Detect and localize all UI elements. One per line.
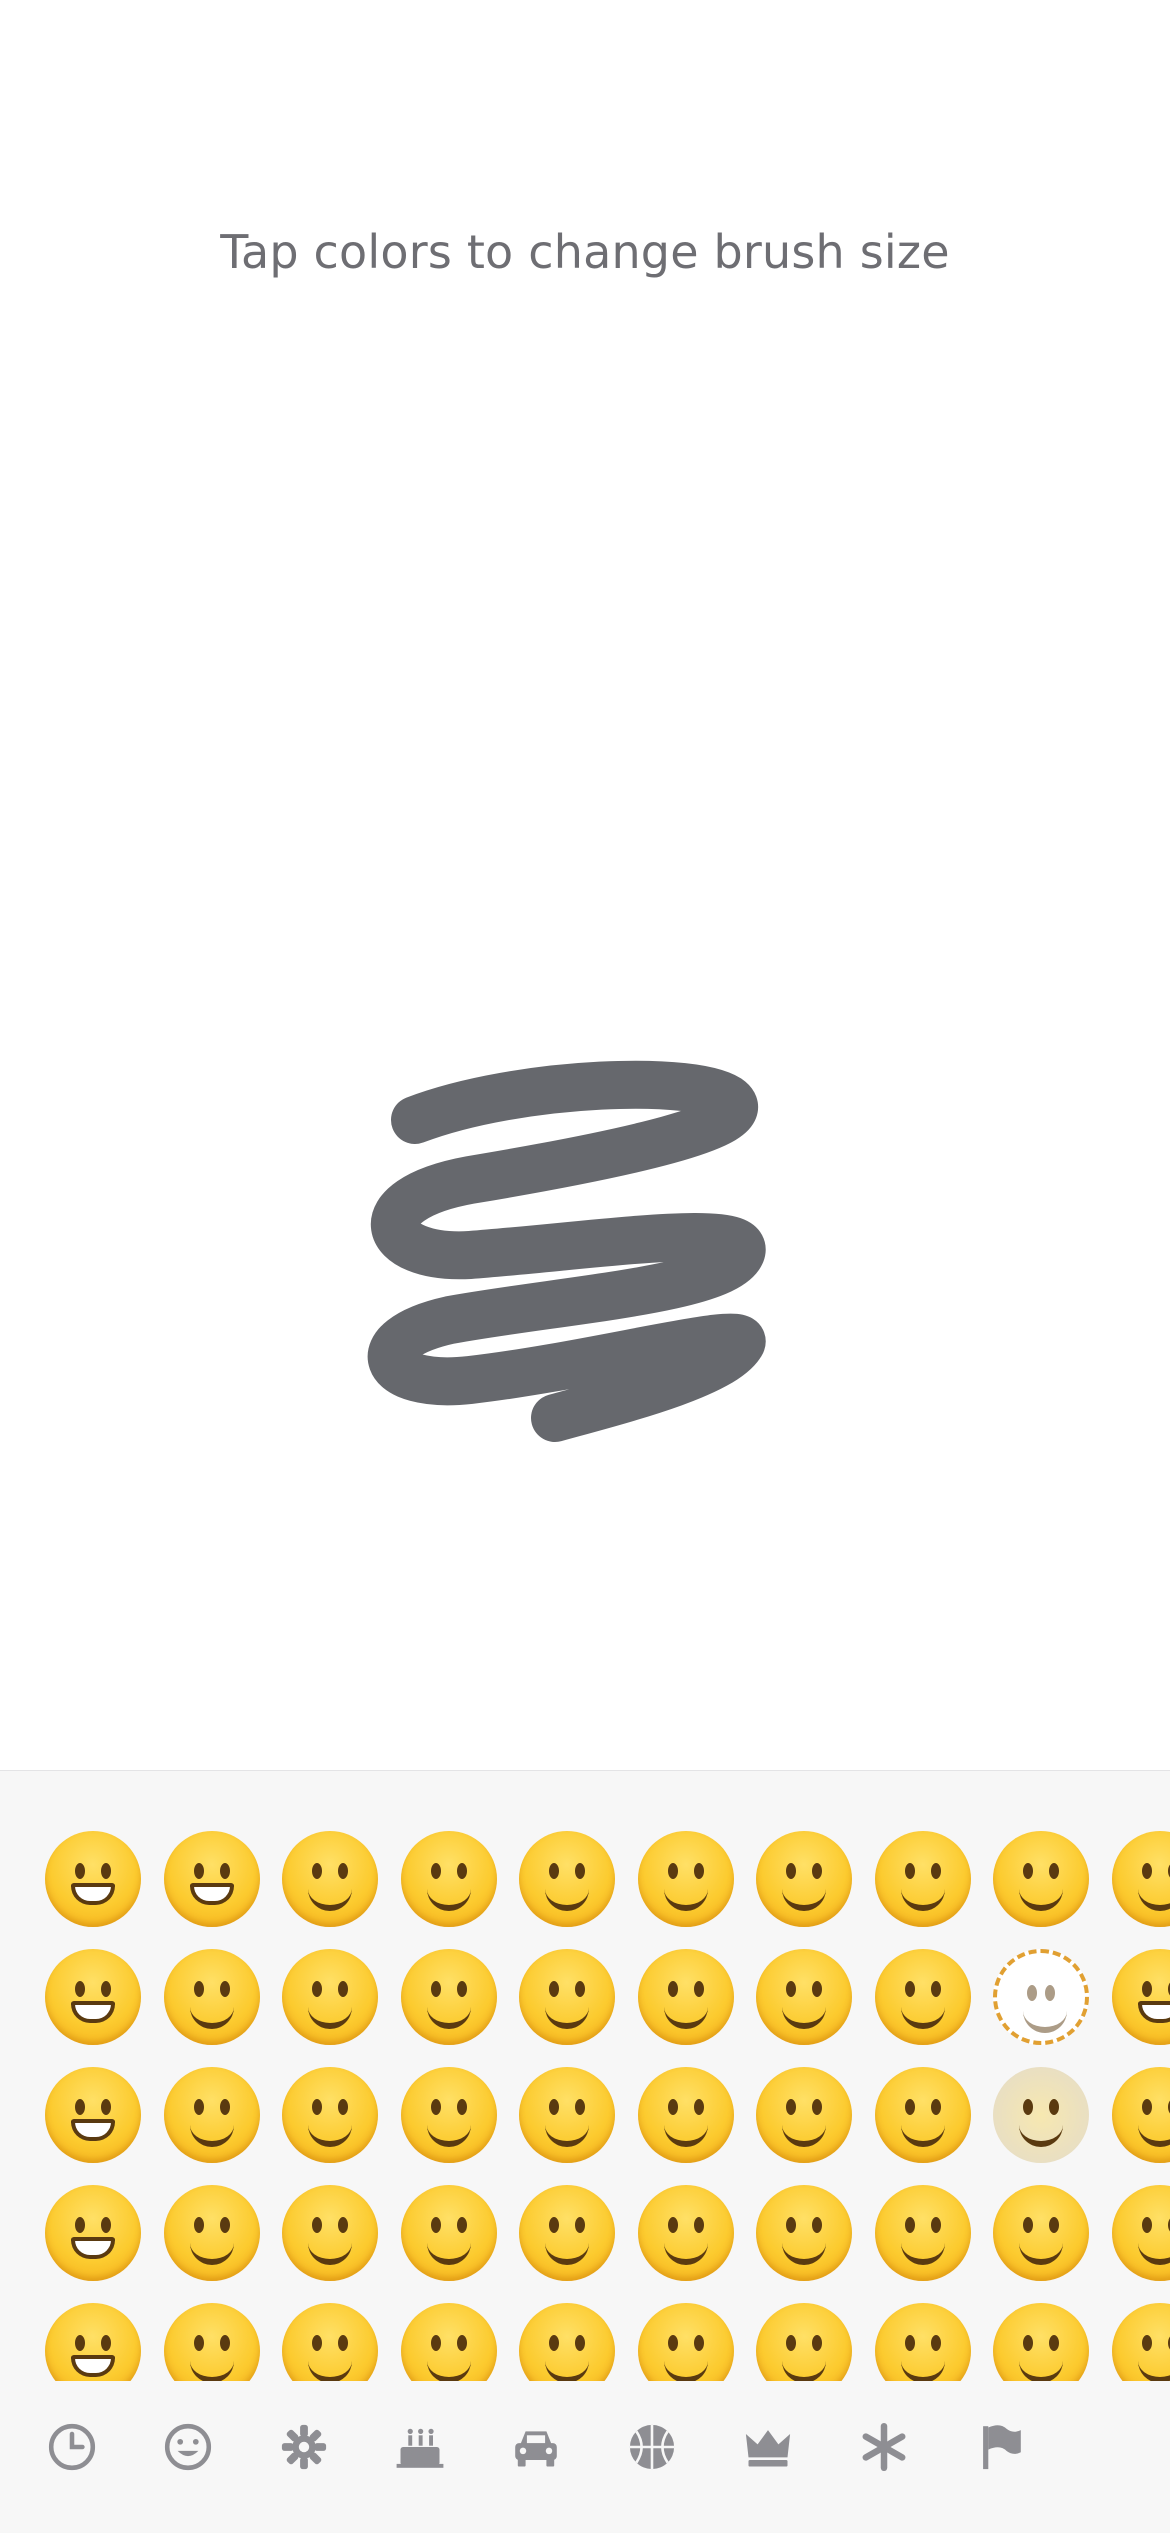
emoji-category-bar — [0, 2383, 1170, 2533]
crown-icon[interactable] — [738, 2417, 798, 2477]
flag-icon[interactable] — [970, 2417, 1030, 2477]
tongue-face[interactable] — [519, 2303, 615, 2381]
brush-stroke — [0, 0, 1170, 1770]
brush-stroke-path — [392, 1085, 742, 1418]
smiley-icon[interactable] — [158, 2417, 218, 2477]
slightly-smiling-face[interactable] — [164, 2185, 260, 2281]
kissing-smiling-eyes-face[interactable] — [519, 1949, 615, 2045]
clock-icon[interactable] — [42, 2417, 102, 2477]
raised-eyebrow-face[interactable] — [875, 2067, 971, 2163]
cake-icon[interactable] — [390, 2417, 450, 2477]
grinning-face[interactable] — [45, 1831, 141, 1927]
kissing-face[interactable] — [401, 2185, 497, 2281]
relieved-face[interactable] — [1112, 2067, 1170, 2163]
open-eyes-hand-over-mouth-face[interactable] — [756, 1949, 852, 2045]
smile-face[interactable] — [45, 2067, 141, 2163]
emoji-grid — [0, 1771, 1170, 2381]
yum-face[interactable] — [519, 2185, 615, 2281]
expressionless-face[interactable] — [875, 2303, 971, 2381]
holding-back-tears-face[interactable] — [519, 2067, 615, 2163]
relaxed-face[interactable] — [401, 2303, 497, 2381]
face-in-clouds[interactable] — [993, 2067, 1089, 2163]
melting-face[interactable] — [282, 1831, 378, 1927]
kissing-closed-eyes-face[interactable] — [519, 1831, 615, 1927]
joy-face[interactable] — [164, 2067, 260, 2163]
rofl-face[interactable] — [164, 1949, 260, 2045]
no-mouth-face[interactable] — [993, 1831, 1089, 1927]
unamused-face[interactable] — [993, 2303, 1089, 2381]
emoji-keyboard — [0, 1770, 1170, 2533]
upside-down-face[interactable] — [164, 2303, 260, 2381]
hugging-face[interactable] — [638, 2303, 734, 2381]
peeking-eye-face[interactable] — [756, 2067, 852, 2163]
star-struck-face[interactable] — [401, 1949, 497, 2045]
zipper-mouth-face[interactable] — [875, 1949, 971, 2045]
shushing-face[interactable] — [756, 2185, 852, 2281]
asterisk-icon[interactable] — [854, 2417, 914, 2477]
grin-face[interactable] — [45, 2185, 141, 2281]
blush-face[interactable] — [282, 2067, 378, 2163]
hand-over-mouth-face[interactable] — [756, 1831, 852, 1927]
zany-face[interactable] — [638, 1949, 734, 2045]
astonished-face[interactable] — [1112, 2303, 1170, 2381]
thinking-face[interactable] — [756, 2303, 852, 2381]
heart-eyes-face[interactable] — [401, 1831, 497, 1927]
squinting-tongue-face[interactable] — [638, 2067, 734, 2163]
winking-tongue-face[interactable] — [638, 1831, 734, 1927]
drawing-canvas[interactable]: Tap colors to change brush size — [0, 0, 1170, 1770]
smiley-face[interactable] — [45, 1949, 141, 2045]
neutral-face[interactable] — [875, 2185, 971, 2281]
saluting-face[interactable] — [875, 1831, 971, 1927]
smirk-face[interactable] — [993, 2185, 1089, 2281]
winking-face[interactable] — [282, 1949, 378, 2045]
money-mouth-face[interactable] — [638, 2185, 734, 2281]
dotted-line-face[interactable] — [993, 1949, 1089, 2045]
laughing-face[interactable] — [45, 2303, 141, 2381]
smiling-hearts-face[interactable] — [282, 2303, 378, 2381]
halo-face[interactable] — [282, 2185, 378, 2281]
lying-face[interactable] — [1112, 2185, 1170, 2281]
kissing-heart-face[interactable] — [401, 2067, 497, 2163]
car-icon[interactable] — [506, 2417, 566, 2477]
grimacing-face[interactable] — [1112, 1949, 1170, 2045]
rolling-eyes-face[interactable] — [1112, 1831, 1170, 1927]
grinning-sweat-face[interactable] — [164, 1831, 260, 1927]
basketball-icon[interactable] — [622, 2417, 682, 2477]
gear-flower-icon[interactable] — [274, 2417, 334, 2477]
